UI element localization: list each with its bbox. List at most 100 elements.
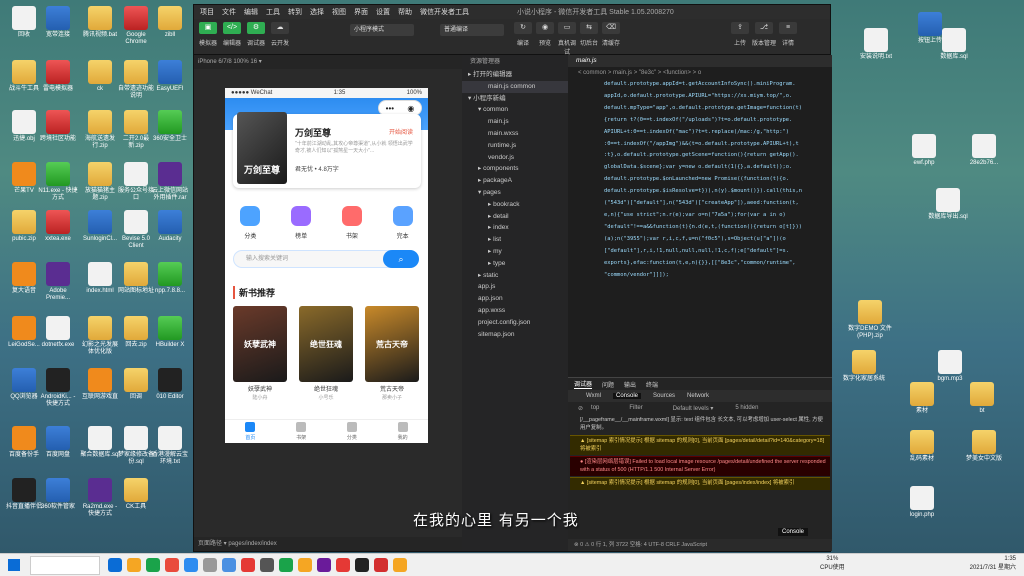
start-button[interactable] [8, 559, 20, 571]
taskbar-app-icon[interactable] [222, 558, 236, 572]
toolbar-button[interactable]: ◉ 预览 [534, 22, 556, 47]
console-message[interactable]: [/__pageframe__/__mainframe.wxml] 显示: te… [570, 415, 830, 434]
category-item[interactable]: 分类 [240, 206, 261, 240]
taskbar-app-icon[interactable] [279, 558, 293, 572]
tree-item[interactable]: ▾ pages [462, 187, 568, 199]
menu-item[interactable]: 转到 [288, 7, 302, 17]
debug-tab[interactable]: 问题 [602, 380, 614, 389]
debug-tab[interactable]: 调试器 [574, 379, 593, 389]
menu-item[interactable]: 项目 [200, 7, 214, 17]
devtools-subtab[interactable]: Network [687, 393, 709, 399]
console-drawer-tab[interactable]: Console [778, 528, 809, 536]
menu-item[interactable]: 界面 [354, 7, 368, 17]
tab-0[interactable]: 首页 [245, 422, 255, 441]
tab-1[interactable]: 书架 [296, 422, 306, 441]
menu-item[interactable]: 工具 [266, 7, 280, 17]
console-message[interactable]: ● [渲染层网络层错误] Failed to load local image … [570, 456, 830, 476]
category-item[interactable]: 榜单 [291, 206, 312, 240]
tree-item[interactable]: ▸ components [462, 163, 568, 175]
desktop-icon[interactable]: npp.7.8.8... [150, 262, 190, 295]
menu-item[interactable]: 编辑 [244, 7, 258, 17]
tree-item[interactable]: ▸ static [462, 270, 568, 282]
tab-3[interactable]: 我的 [397, 422, 408, 441]
toolbar-button[interactable]: ⎇ 版本管理 [752, 22, 776, 47]
code-content[interactable]: default.prototype.appId=t.getAccountInfo… [568, 79, 832, 281]
desktop-icon[interactable]: SunloginCl... [80, 210, 120, 243]
tree-item[interactable]: ▸ type [462, 258, 568, 270]
taskbar-app-icon[interactable] [393, 558, 407, 572]
toolbar-button[interactable]: ⇆ 切后台 [578, 22, 600, 47]
toolbar-button[interactable]: ▭ 真机调试 [556, 22, 578, 56]
toolbar-button[interactable]: ⇪ 上传 [728, 22, 752, 47]
tree-item[interactable]: ▾ 小程序新编 [462, 93, 568, 105]
menu-item[interactable]: 视图 [332, 7, 346, 17]
desktop-icon[interactable]: 安装说明.txt [852, 28, 900, 61]
desktop-icon[interactable]: 28e2b76... [960, 134, 1008, 167]
tree-item[interactable]: main.js common [462, 80, 568, 93]
desktop-icon[interactable]: login.php [898, 486, 946, 519]
taskbar-app-icon[interactable] [146, 558, 160, 572]
devtools-subtab[interactable]: Sources [653, 393, 675, 399]
desktop-icon[interactable]: bt [958, 382, 1006, 415]
mode-select[interactable]: 小程序模式 [350, 24, 414, 36]
tree-item[interactable]: ▸ index [462, 222, 568, 234]
desktop-icon[interactable]: 数据库.sql [930, 28, 978, 61]
book-item[interactable]: 妖孽武神 妖孽武神 陆小舟 [233, 306, 287, 401]
menu-item[interactable]: 帮助 [398, 7, 412, 17]
context-select[interactable]: top [591, 405, 599, 411]
menu-item[interactable]: 文件 [222, 7, 236, 17]
menu-item[interactable]: 选择 [310, 7, 324, 17]
toolbar-button[interactable]: ⌫ 清缓存 [600, 22, 622, 47]
tree-item[interactable]: sitemap.json [462, 329, 568, 341]
desktop-icon[interactable]: 跨境社区功能 [38, 110, 78, 143]
desktop-icon[interactable]: zibll [150, 6, 190, 39]
devtools-subtab[interactable]: Wxml [586, 393, 601, 399]
console-message[interactable]: ▲ [sitemap 索引情况提示] 根据 sitemap 的规则[0], 当前… [570, 477, 830, 490]
taskbar-app-icon[interactable] [203, 558, 217, 572]
desktop-icon[interactable]: 梦美女中文版 [960, 430, 1008, 463]
toolbar-button[interactable]: ≡ 详情 [776, 22, 800, 47]
devtools-subtab[interactable]: Console [613, 393, 642, 399]
taskbar-search[interactable] [30, 556, 100, 575]
tree-item[interactable]: project.config.json [462, 317, 568, 329]
taskbar-app-icon[interactable] [108, 558, 122, 572]
book-cover[interactable]: 荒古天帝 [365, 306, 419, 382]
desktop-icon[interactable]: ck [80, 60, 120, 93]
tree-item[interactable]: ▸ bookrack [462, 199, 568, 211]
desktop-icon[interactable]: Audacity [150, 210, 190, 243]
desktop-icon[interactable]: 幻影之光发展体优化版 [80, 316, 120, 356]
levels-select[interactable]: Default levels ▾ [673, 405, 714, 412]
desktop-icon[interactable]: HBuilder X [150, 316, 190, 349]
console-message[interactable]: ▲ [sitemap 索引情况提示] 根据 sitemap 的规则[0], 当前… [570, 435, 830, 455]
breadcrumb[interactable]: < common > main.js > "8e3c" > <function>… [568, 67, 832, 79]
menu-item[interactable]: 设置 [376, 7, 390, 17]
desktop-icon[interactable]: 互联网游戏直 [80, 368, 120, 401]
desktop-icon[interactable]: 宽带连接 [38, 6, 78, 39]
tree-item[interactable]: ▸ 打开的编辑器 [462, 69, 568, 81]
start-reading-link[interactable]: 开始阅读 [389, 127, 413, 136]
desktop-icon[interactable]: ewf.php [900, 134, 948, 167]
taskbar-app-icon[interactable] [260, 558, 274, 572]
desktop-icon[interactable]: 数字DEMO 文件(PHP).zip [846, 300, 894, 340]
tree-item[interactable]: main.js [462, 116, 568, 128]
desktop-icon[interactable]: index.html [80, 262, 120, 295]
book-cover[interactable]: 绝世狂魂 [299, 306, 353, 382]
tree-item[interactable]: ▸ packageA [462, 175, 568, 187]
tree-item[interactable]: vendor.js [462, 152, 568, 164]
tree-item[interactable]: runtime.js [462, 140, 568, 152]
toolbar-button[interactable]: ▣ 模拟器 [196, 22, 220, 47]
desktop-icon[interactable]: 放猫猫猪主题.zip [80, 162, 120, 202]
desktop-icon[interactable]: dotnetfx.exe [38, 316, 78, 349]
simulator-device-bar[interactable]: iPhone 6/7/8 100% 16 ▾ [194, 55, 462, 69]
close-circle-icon[interactable]: ◉ [407, 104, 414, 113]
system-clock[interactable]: 1:35 2021/7/31 星期六 [970, 556, 1016, 571]
tab-2[interactable]: 分类 [346, 422, 357, 441]
desktop-icon[interactable]: 乱码素材 [898, 430, 946, 463]
toolbar-button[interactable]: ↻ 编译 [512, 22, 534, 47]
desktop-icon[interactable]: 腾讯视频.bat [80, 6, 120, 39]
more-icon[interactable]: ••• [386, 104, 394, 113]
page-path-bar[interactable]: 页面路径 ▾ pages/index/index [194, 537, 462, 551]
desktop-icon[interactable]: Adobe Premie... [38, 262, 78, 302]
menu-item[interactable]: 微信开发者工具 [420, 7, 469, 17]
taskbar-app-icon[interactable] [317, 558, 331, 572]
